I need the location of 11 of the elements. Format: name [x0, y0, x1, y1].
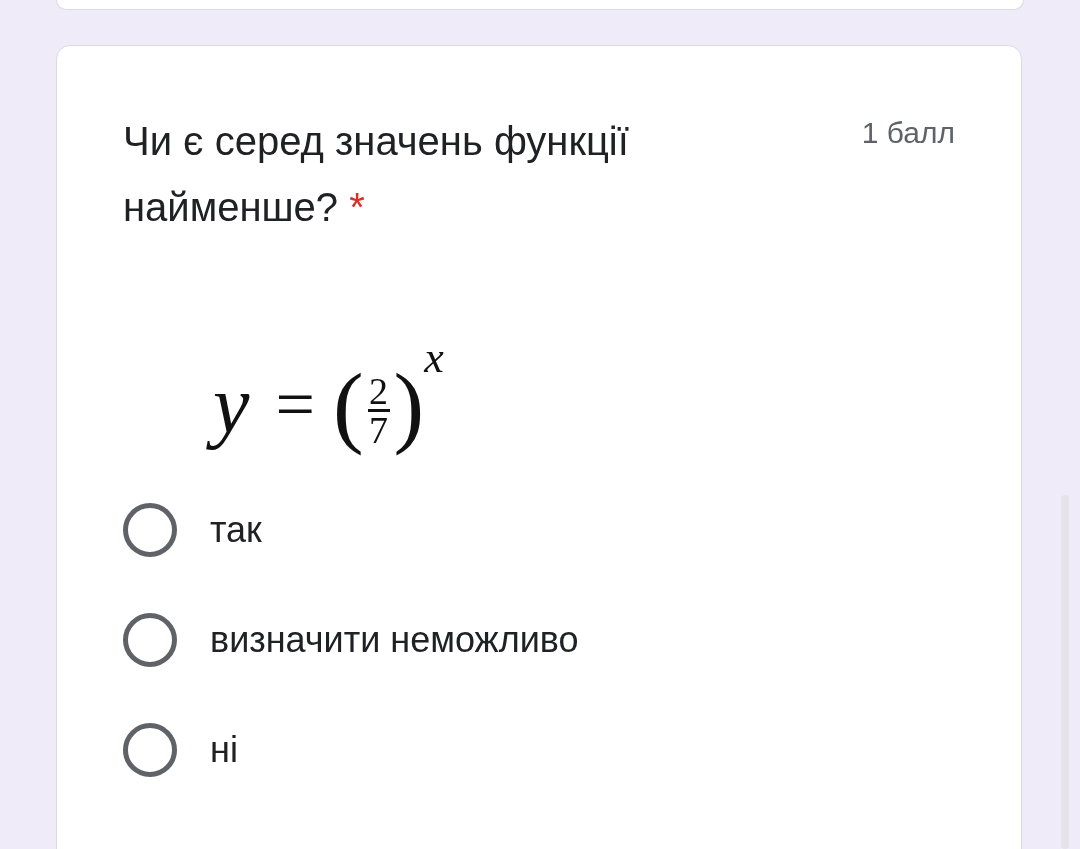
question-text: Чи є серед значень функції найменше? *: [123, 118, 630, 231]
formula-parenthesis: (: [332, 353, 364, 458]
points-label: 1 балл: [861, 116, 955, 150]
option-label: ні: [210, 729, 238, 771]
formula-equals: =: [275, 365, 315, 445]
formula-parenthesis: ): [393, 354, 425, 458]
formula-numerator: 2: [369, 372, 389, 409]
option-label: визначити неможливо: [210, 619, 579, 661]
option-label: так: [210, 509, 262, 551]
formula-denominator: 7: [369, 411, 389, 448]
formula-exponent: x: [424, 332, 444, 383]
